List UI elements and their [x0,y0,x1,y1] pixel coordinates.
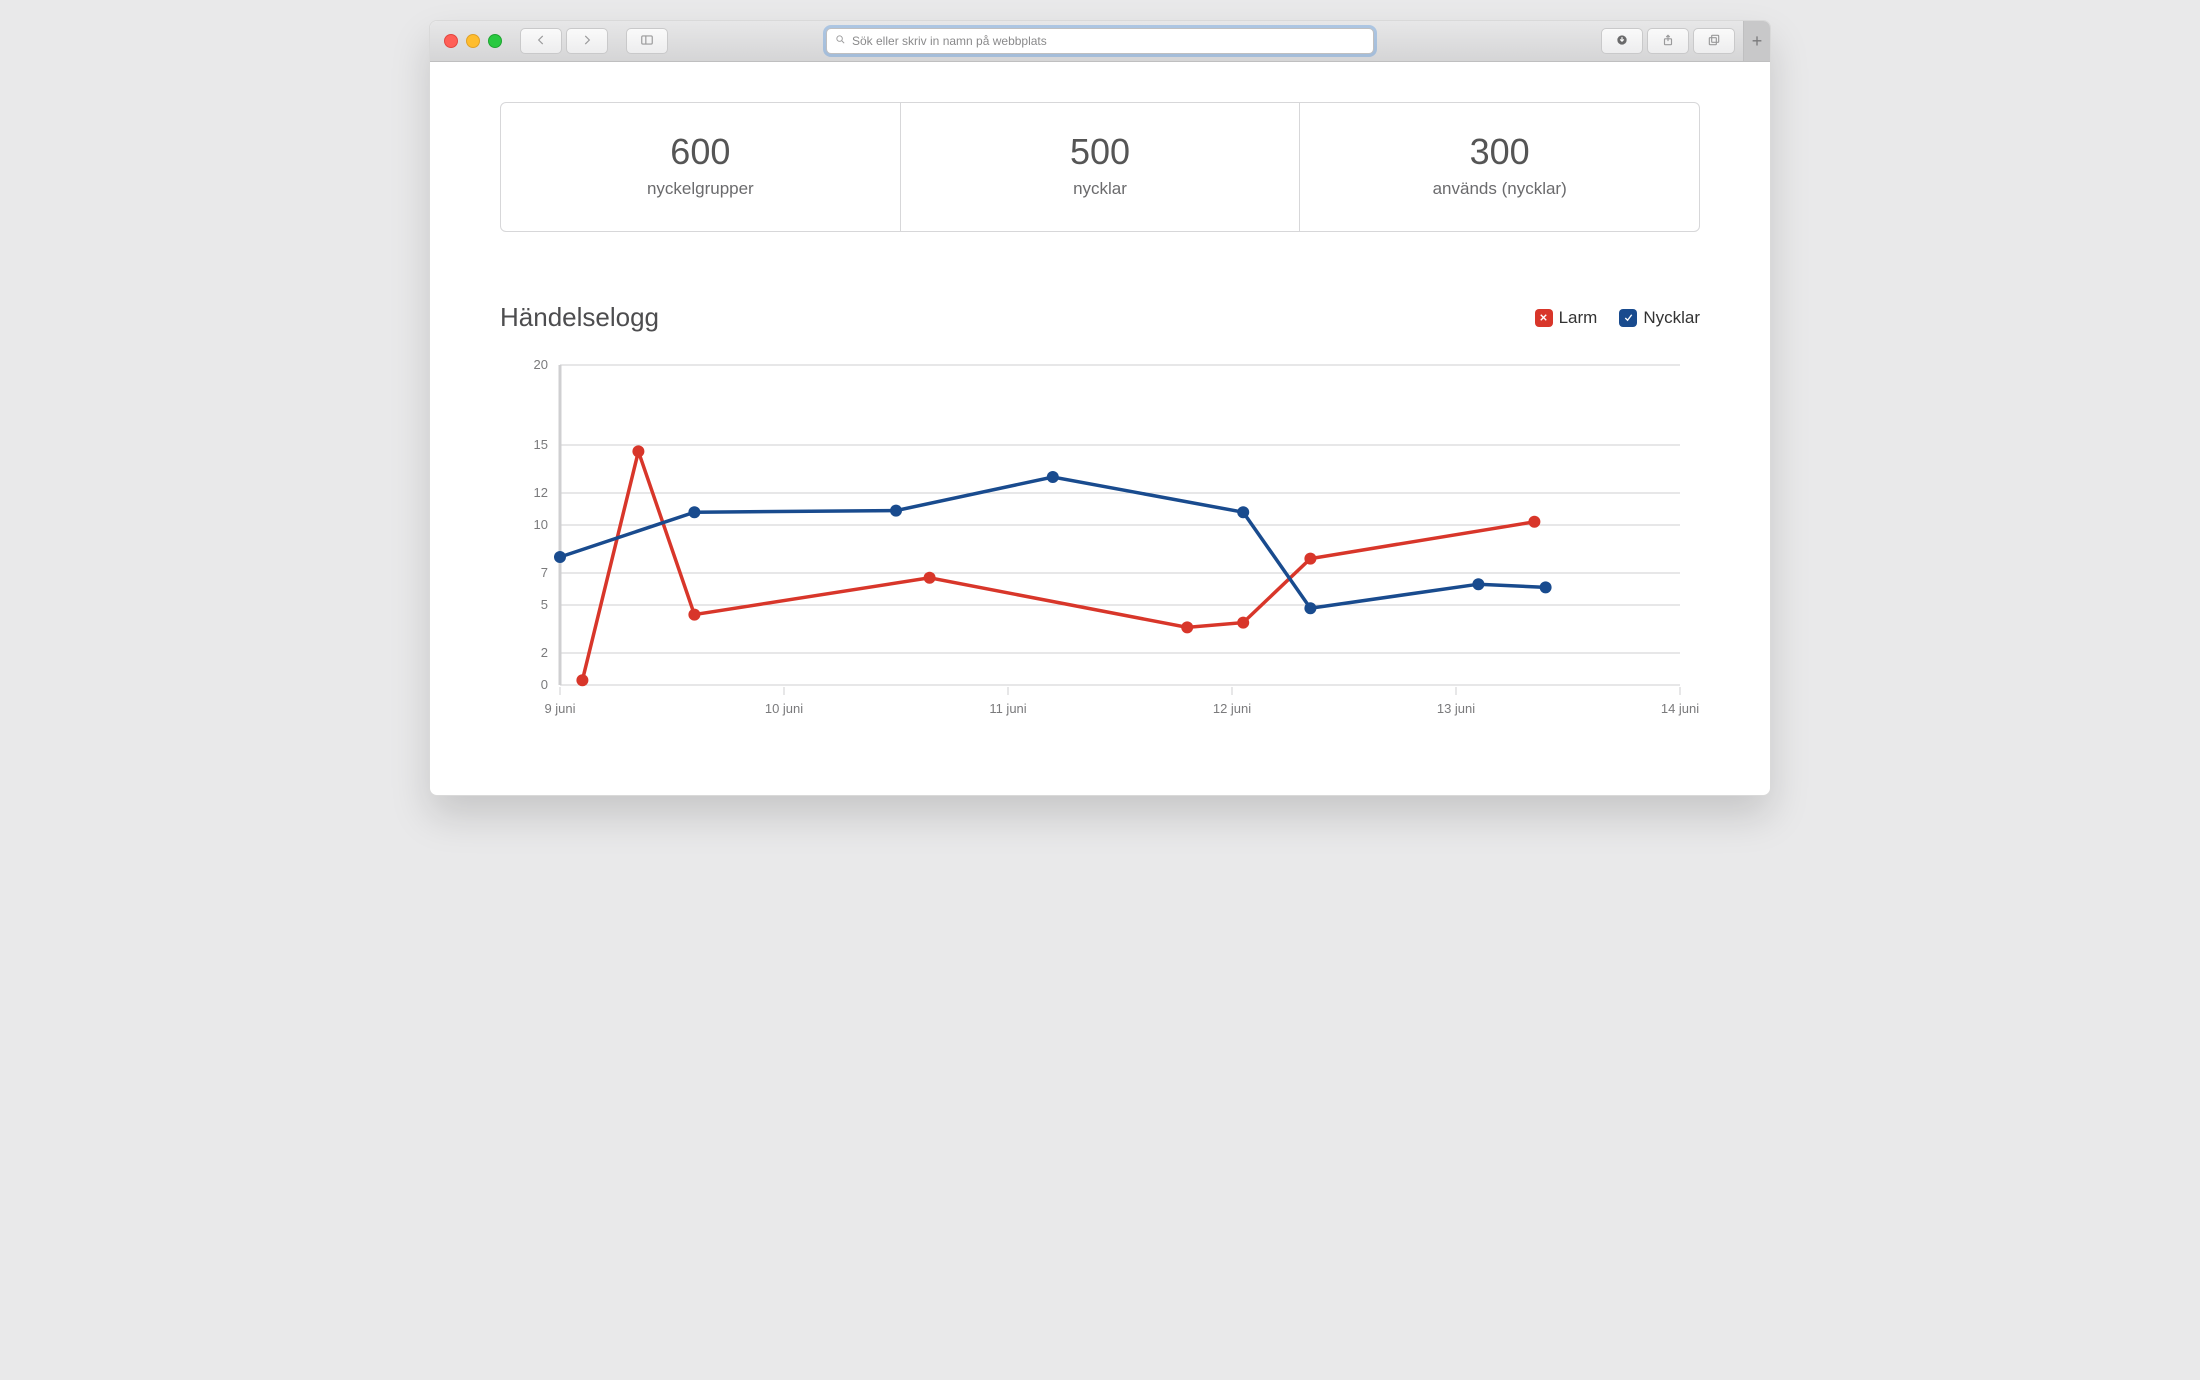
stat-label: används (nycklar) [1310,179,1689,199]
stat-card-nyckelgrupper: 600 nyckelgrupper [501,103,900,231]
svg-text:14 juni: 14 juni [1661,701,1699,716]
svg-text:20: 20 [534,357,548,372]
sidebar-toggle-button[interactable] [626,28,668,54]
tabs-button[interactable] [1693,28,1735,54]
chart-legend: Larm Nycklar [1535,308,1700,328]
address-bar[interactable]: Sök eller skriv in namn på webbplats [826,28,1374,54]
new-tab-button[interactable]: + [1743,21,1770,61]
event-log-chart: 0 2 5 7 10 12 15 20 9 juni 10 juni 11 juni 12 juni 1… [500,355,1700,735]
svg-text:2: 2 [541,645,548,660]
svg-text:13 juni: 13 juni [1437,701,1475,716]
tabs-icon [1707,33,1721,50]
chart-svg: 0 2 5 7 10 12 15 20 9 juni 10 juni 11 juni 12 juni 1… [500,355,1700,735]
zoom-window-button[interactable] [488,34,502,48]
svg-text:10 juni: 10 juni [765,701,803,716]
stat-value: 600 [511,131,890,173]
stat-label: nycklar [911,179,1290,199]
legend-item-nycklar[interactable]: Nycklar [1619,308,1700,328]
downloads-button[interactable] [1601,28,1643,54]
svg-text:9 juni: 9 juni [544,701,575,716]
sidebar-icon [640,33,654,50]
svg-text:7: 7 [541,565,548,580]
back-button[interactable] [520,28,562,54]
legend-label: Nycklar [1643,308,1700,328]
page-content: 600 nyckelgrupper 500 nycklar 300 använd… [430,62,1770,795]
legend-label: Larm [1559,308,1598,328]
svg-text:10: 10 [534,517,548,532]
svg-text:12 juni: 12 juni [1213,701,1251,716]
close-square-icon [1535,309,1553,327]
stat-label: nyckelgrupper [511,179,890,199]
stat-card-nycklar: 500 nycklar [900,103,1300,231]
close-window-button[interactable] [444,34,458,48]
minimize-window-button[interactable] [466,34,480,48]
svg-text:11 juni: 11 juni [989,701,1026,716]
search-icon [835,34,846,48]
stat-value: 500 [911,131,1290,173]
titlebar: Sök eller skriv in namn på webbplats + [430,21,1770,62]
legend-item-larm[interactable]: Larm [1535,308,1598,328]
stat-cards: 600 nyckelgrupper 500 nycklar 300 använd… [500,102,1700,232]
chart-title: Händelselogg [500,302,659,333]
download-icon [1615,33,1629,50]
browser-window: Sök eller skriv in namn på webbplats + [429,20,1771,796]
check-square-icon [1619,309,1637,327]
forward-button[interactable] [566,28,608,54]
chevron-right-icon [580,33,594,50]
svg-text:12: 12 [534,485,548,500]
svg-text:15: 15 [534,437,548,452]
svg-text:5: 5 [541,597,548,612]
share-button[interactable] [1647,28,1689,54]
address-placeholder: Sök eller skriv in namn på webbplats [852,34,1047,48]
svg-text:0: 0 [541,677,548,692]
chevron-left-icon [534,33,548,50]
stat-card-anvands: 300 används (nycklar) [1299,103,1699,231]
plus-icon: + [1752,31,1763,52]
share-icon [1661,33,1675,50]
window-controls [444,34,502,48]
stat-value: 300 [1310,131,1689,173]
